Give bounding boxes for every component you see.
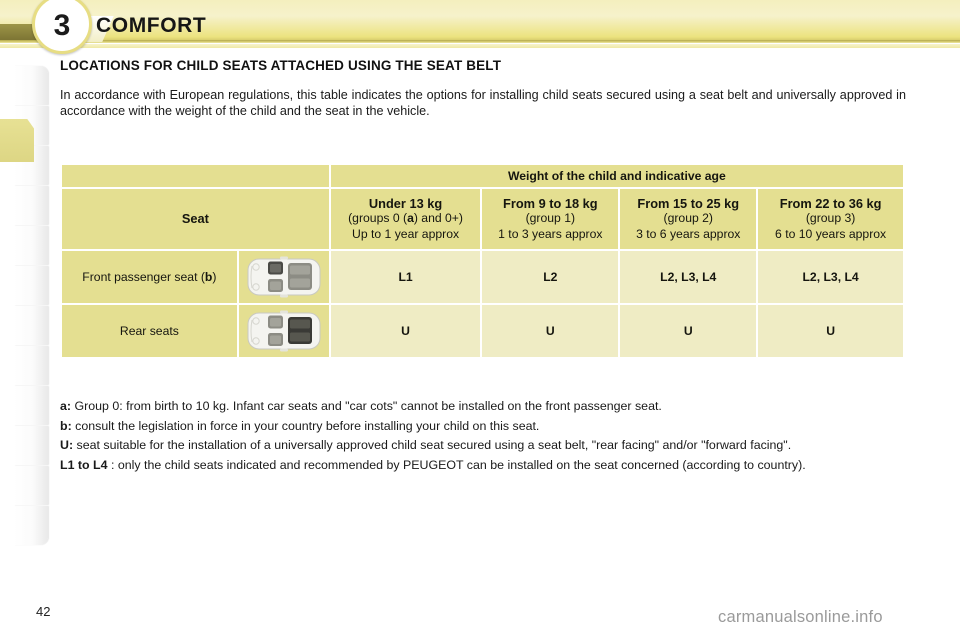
sidebar-tab-7[interactable] — [14, 306, 48, 345]
column-header-seat: Seat — [62, 189, 329, 249]
cell-front-22-36: L2, L3, L4 — [758, 251, 903, 303]
chapter-title: COMFORT — [96, 14, 207, 37]
header-divider-rule-light — [0, 44, 960, 48]
sidebar-tab-12[interactable] — [14, 506, 48, 545]
footnote-u: U: seat suitable for the installation of… — [60, 437, 910, 454]
footnote-a: a: Group 0: from birth to 10 kg. Infant … — [60, 398, 910, 415]
car-top-view-front-passenger-icon — [238, 251, 329, 303]
row-label-rear-seats: Rear seats — [62, 305, 237, 357]
cell-rear-22-36: U — [758, 305, 903, 357]
cell-rear-9-18: U — [482, 305, 619, 357]
sidebar-tab-10[interactable] — [14, 426, 48, 465]
cell-rear-15-25: U — [620, 305, 757, 357]
cell-front-under13: L1 — [330, 251, 481, 303]
row-label-front-passenger-seat: Front passenger seat (b) — [62, 251, 237, 303]
cell-rear-under13: U — [330, 305, 481, 357]
section-title: LOCATIONS FOR CHILD SEATS ATTACHED USING… — [60, 58, 502, 73]
col3-group: (group 2) — [663, 211, 713, 226]
col4-group: (group 3) — [805, 211, 856, 226]
col1-group: (groups 0 (a) and 0+) — [348, 211, 463, 226]
sidebar-tab-9[interactable] — [14, 386, 48, 425]
sidebar-tab-6[interactable] — [14, 266, 48, 305]
cell-front-9-18: L2 — [482, 251, 619, 303]
car-top-view-rear-seats-icon — [238, 305, 329, 357]
table-header-row: Seat Under 13 kg (groups 0 (a) and 0+) U… — [62, 189, 903, 249]
footnote-l1-l4-text: : only the child seats indicated and rec… — [110, 457, 806, 472]
row1-label-pre: Front passenger seat ( — [82, 269, 205, 284]
sidebar-tab-11[interactable] — [14, 466, 48, 505]
footnote-a-text: Group 0: from birth to 10 kg. Infant car… — [74, 399, 662, 413]
col1-weight: Under 13 kg — [368, 195, 443, 211]
sidebar-tab-8[interactable] — [14, 346, 48, 385]
footnote-l1-l4: L1 to L4 : only the child seats indicate… — [60, 457, 910, 474]
column-header-under-13kg: Under 13 kg (groups 0 (a) and 0+) Up to … — [330, 189, 481, 249]
col3-weight: From 15 to 25 kg — [637, 195, 740, 211]
sidebar-tab-active-comfort[interactable] — [0, 119, 34, 162]
child-seat-locations-table: Weight of the child and indicative age S… — [60, 163, 905, 359]
table-row: Front passenger seat (b) L1 L2 L2, L3, L… — [62, 251, 903, 303]
footnote-u-text: seat suitable for the installation of a … — [76, 438, 792, 452]
col4-weight: From 22 to 36 kg — [779, 195, 882, 211]
row1-label-post: ) — [212, 269, 217, 284]
footnote-b-label: b: — [60, 418, 72, 433]
super-header-spacer — [62, 165, 329, 187]
chapter-number: 3 — [53, 8, 71, 42]
sidebar-tab-1[interactable] — [14, 66, 48, 105]
column-header-22-36kg: From 22 to 36 kg (group 3) 6 to 10 years… — [758, 189, 903, 249]
footnote-a-label: a: — [60, 399, 72, 413]
column-header-9-18kg: From 9 to 18 kg (group 1) 1 to 3 years a… — [482, 189, 619, 249]
site-watermark: carmanualsonline.info — [718, 608, 883, 626]
super-header-weight: Weight of the child and indicative age — [330, 165, 903, 187]
page-content: LOCATIONS FOR CHILD SEATS ATTACHED USING… — [60, 58, 910, 119]
col2-group: (group 1) — [525, 211, 576, 226]
footnotes-list: a: Group 0: from birth to 10 kg. Infant … — [60, 398, 910, 476]
col4-age: 6 to 10 years approx — [775, 226, 887, 241]
col3-age: 3 to 6 years approx — [636, 226, 741, 241]
section-intro-paragraph: In accordance with European regulations,… — [60, 88, 906, 118]
footnote-b: b: consult the legislation in force in y… — [60, 418, 910, 435]
footnote-u-label: U: — [60, 438, 74, 452]
sidebar-tab-4[interactable] — [14, 186, 48, 225]
col2-age: 1 to 3 years approx — [498, 226, 603, 241]
col1-age: Up to 1 year approx — [352, 226, 460, 241]
footnote-l1-l4-label: L1 to L4 — [60, 457, 108, 472]
col2-weight: From 9 to 18 kg — [503, 195, 598, 211]
column-header-15-25kg: From 15 to 25 kg (group 2) 3 to 6 years … — [620, 189, 757, 249]
table-row: Rear seats U U U U — [62, 305, 903, 357]
header-divider-rule — [0, 40, 960, 43]
sidebar-tab-5[interactable] — [14, 226, 48, 265]
table-super-header-row: Weight of the child and indicative age — [62, 165, 903, 187]
cell-front-15-25: L2, L3, L4 — [620, 251, 757, 303]
page-number: 42 — [36, 604, 51, 619]
footnote-b-text: consult the legislation in force in your… — [75, 418, 540, 433]
